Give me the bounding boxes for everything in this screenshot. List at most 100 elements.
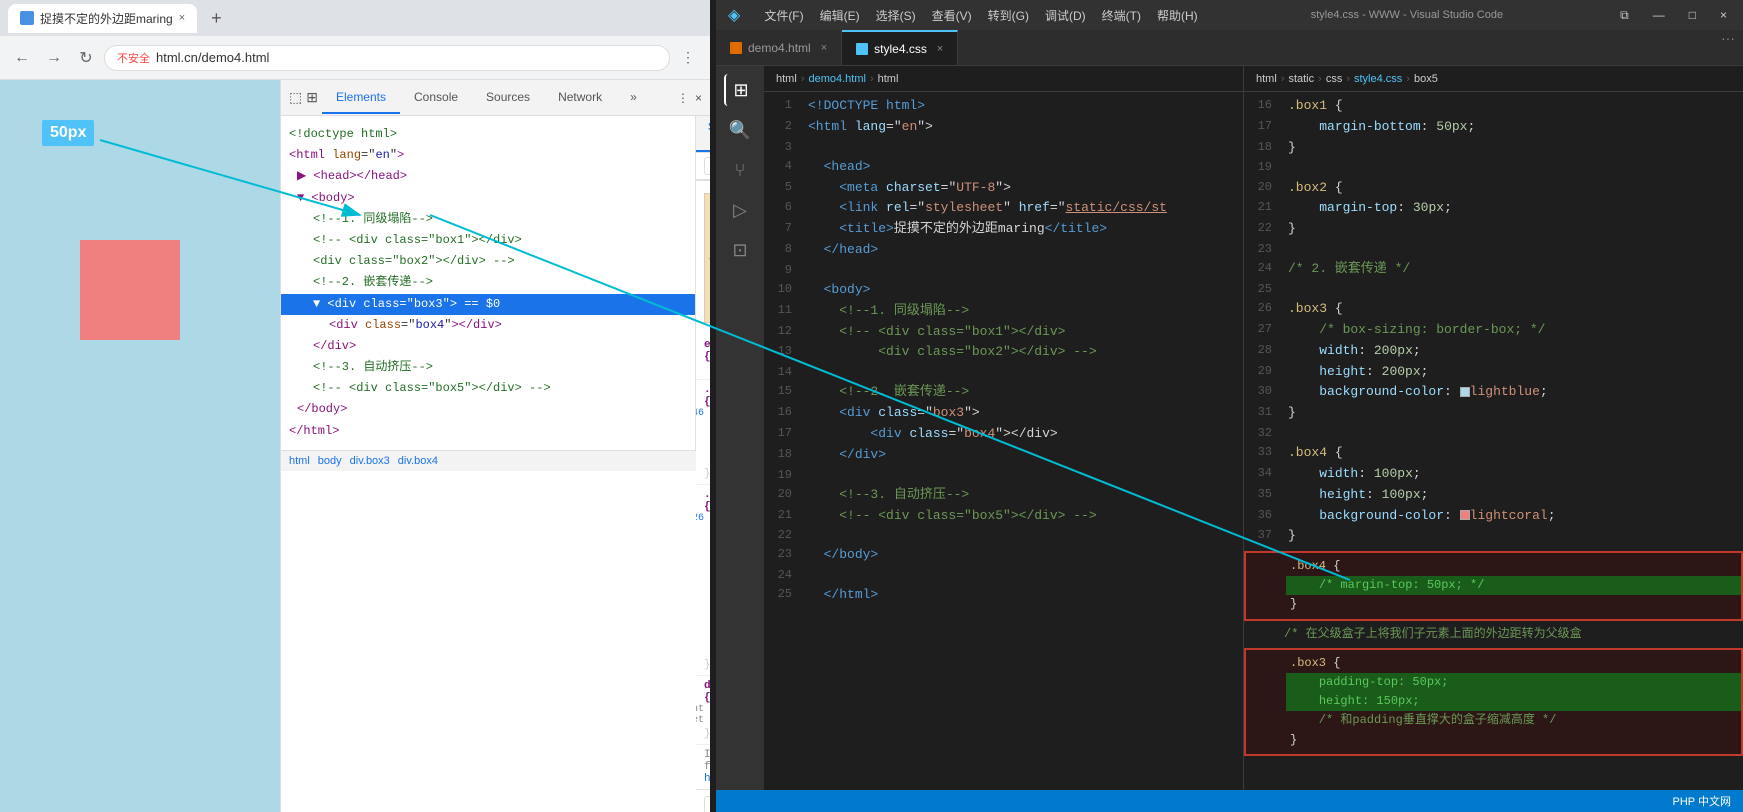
devtools-icons: ⋮ × [677, 91, 702, 105]
css-line-36: 36 background-color: lightcoral; [1244, 506, 1743, 527]
svg-text:–: – [708, 254, 710, 264]
preview-area: 50px [0, 80, 280, 812]
tab-sources[interactable]: Sources [472, 82, 544, 114]
devtools-close-icon[interactable]: × [695, 91, 702, 105]
computed-filter-input[interactable] [704, 796, 710, 812]
devtools-device-icon[interactable]: ⊞ [306, 89, 318, 106]
breadcrumb-box3[interactable]: div.box3 [350, 455, 390, 467]
browser-more-button[interactable]: ⋮ [674, 44, 702, 72]
css-bc-css[interactable]: css [1326, 73, 1343, 85]
breadcrumb-html[interactable]: html [289, 455, 310, 467]
activity-bar: ⊞ 🔍 ⑂ ▷ ⊡ [716, 66, 764, 790]
tree-line-box2: <div class="box2"></div> --> [281, 251, 695, 272]
css-line-hl-1: .box4 { [1246, 557, 1741, 576]
tab-demo4html-label: demo4.html [748, 41, 811, 55]
vscode-status-bar: PHP 中文网 [716, 790, 1743, 812]
margin-label: 50px [42, 120, 94, 146]
vscode-minimize-btn[interactable]: — [1649, 8, 1669, 22]
css-bc-static[interactable]: static [1288, 73, 1314, 85]
tab-close-btn[interactable]: × [179, 12, 185, 24]
insecure-label: 不安全 [117, 50, 150, 66]
tree-line-html: <html lang="en"> [281, 145, 695, 166]
menu-select[interactable]: 选择(S) [876, 7, 916, 24]
tab-style4css[interactable]: style4.css × [842, 30, 958, 65]
tree-line-close-body: </body> [281, 399, 695, 420]
css-file-icon [856, 43, 868, 55]
menu-terminal[interactable]: 终端(T) [1102, 7, 1141, 24]
vscode-split-icon[interactable]: ⧉ [1616, 8, 1633, 23]
activity-extensions-icon[interactable]: ⊡ [724, 234, 756, 266]
css-bc-html[interactable]: html [1256, 73, 1277, 85]
activity-search-icon[interactable]: 🔍 [724, 114, 756, 146]
menu-help[interactable]: 帮助(H) [1157, 7, 1198, 24]
devtools-more-icon[interactable]: ⋮ [677, 91, 689, 105]
forward-button[interactable]: → [40, 44, 68, 72]
html-line-13: 13 <div class="box2"></div> --> [764, 342, 1243, 363]
activity-explorer-icon[interactable]: ⊞ [724, 74, 756, 106]
menu-goto[interactable]: 转到(G) [988, 7, 1029, 24]
breadcrumb-box4[interactable]: div.box4 [398, 455, 438, 467]
html-editor-content[interactable]: 1 <!DOCTYPE html> 2 <html lang="en"> 3 4… [764, 92, 1243, 790]
tree-line-comment3: <!--3. 自动挤压--> [281, 357, 695, 378]
tree-line-close-div: </div> [281, 336, 695, 357]
user-agent-label: user agent stylesheet [696, 704, 704, 726]
devtools-inspect-icon[interactable]: ⬚ [289, 89, 302, 106]
tab-more[interactable]: » [616, 82, 651, 114]
html-tree-container: <!doctype html> <html lang="en"> ▶ <head… [281, 116, 696, 812]
tab-demo4html[interactable]: demo4.html × [716, 30, 842, 65]
menu-file[interactable]: 文件(F) [764, 7, 803, 24]
filter-input[interactable] [704, 157, 710, 175]
style-origin-26[interactable]: style4.css:26 [696, 513, 704, 524]
activity-git-icon[interactable]: ⑂ [724, 154, 756, 186]
editor-right: html › static › css › style4.css › box5 … [1244, 66, 1743, 790]
vscode-body: ⊞ 🔍 ⑂ ▷ ⊡ html › demo4.html › html [716, 66, 1743, 790]
back-button[interactable]: ← [8, 44, 36, 72]
styles-tab-styles[interactable]: Styles [696, 116, 710, 152]
tab-network[interactable]: Network [544, 82, 616, 114]
tab-console[interactable]: Console [400, 82, 472, 114]
html-file-icon [730, 42, 742, 54]
bc-html-tag[interactable]: html [878, 73, 899, 85]
bc-html-root[interactable]: html [776, 73, 797, 85]
css-editor-content[interactable]: 16 .box1 { 17 margin-bottom: 50px; 18 } … [1244, 92, 1743, 790]
bc-sep2: › [870, 73, 874, 85]
tree-line-box4: <div class="box4"></div> [281, 315, 695, 336]
html-line-5: 5 <meta charset="UTF-8"> [764, 178, 1243, 199]
browser-tab[interactable]: 捉摸不定的外边距maring × [8, 4, 197, 33]
activity-debug-icon[interactable]: ▷ [724, 194, 756, 226]
tab-elements[interactable]: Elements [322, 82, 400, 114]
menu-edit[interactable]: 编辑(E) [820, 7, 860, 24]
editor-main: html › demo4.html › html 1 <!DOCTYPE htm… [764, 66, 1743, 790]
html-line-17: 17 <div class="box4"></div> [764, 424, 1243, 445]
breadcrumb-body[interactable]: body [318, 455, 342, 467]
breadcrumb-bar: html body div.box3 div.box4 [281, 450, 696, 471]
css-bc-style4[interactable]: style4.css [1354, 73, 1402, 85]
tree-line-head: ▶ <head></head> [281, 166, 695, 187]
address-bar[interactable]: 不安全 html.cn/demo4.html [104, 45, 670, 71]
css-bc-box5[interactable]: box5 [1414, 73, 1438, 85]
menu-view[interactable]: 查看(V) [932, 7, 972, 24]
browser-controls: ← → ↻ 不安全 html.cn/demo4.html ⋮ [0, 36, 710, 80]
html-line-20: 20 <!--3. 自动挤压--> [764, 485, 1243, 506]
vscode-close-btn[interactable]: × [1716, 8, 1731, 22]
new-tab-button[interactable]: + [205, 6, 228, 31]
css-line-25: 25 [1244, 280, 1743, 299]
tab-more-btn[interactable]: ··· [1713, 30, 1743, 65]
tab-demo4html-close[interactable]: × [821, 42, 827, 54]
menu-debug[interactable]: 调试(D) [1045, 7, 1086, 24]
css-box3-hl-2: padding-top: 50px; [1246, 673, 1741, 692]
css-line-16: 16 .box1 { [1244, 96, 1743, 117]
tree-line-box5: <!-- <div class="box5"></div> --> [281, 378, 695, 399]
css-line-30: 30 background-color: lightblue; [1244, 382, 1743, 403]
editor-left: html › demo4.html › html 1 <!DOCTYPE htm… [764, 66, 1244, 790]
browser-content: 50px ⬚ ⊞ Elements Console Sources Networ… [0, 80, 710, 812]
css-box3-hl-4: /* 和padding垂直撑大的盒子缩减高度 */ [1246, 711, 1741, 730]
vscode-titlebar: ◈ 文件(F) 编辑(E) 选择(S) 查看(V) 转到(G) 调试(D) 终端… [716, 0, 1743, 30]
vscode-maximize-btn[interactable]: □ [1685, 8, 1700, 22]
html-line-7: 7 <title>捉摸不定的外边距maring</title> [764, 219, 1243, 240]
bc-demo4html[interactable]: demo4.html [808, 73, 865, 85]
tab-style4css-close[interactable]: × [937, 43, 943, 55]
refresh-button[interactable]: ↻ [72, 44, 100, 72]
tree-line-box3[interactable]: ▼ <div class="box3"> == $0 [281, 294, 695, 315]
css-line-31: 31 } [1244, 403, 1743, 424]
